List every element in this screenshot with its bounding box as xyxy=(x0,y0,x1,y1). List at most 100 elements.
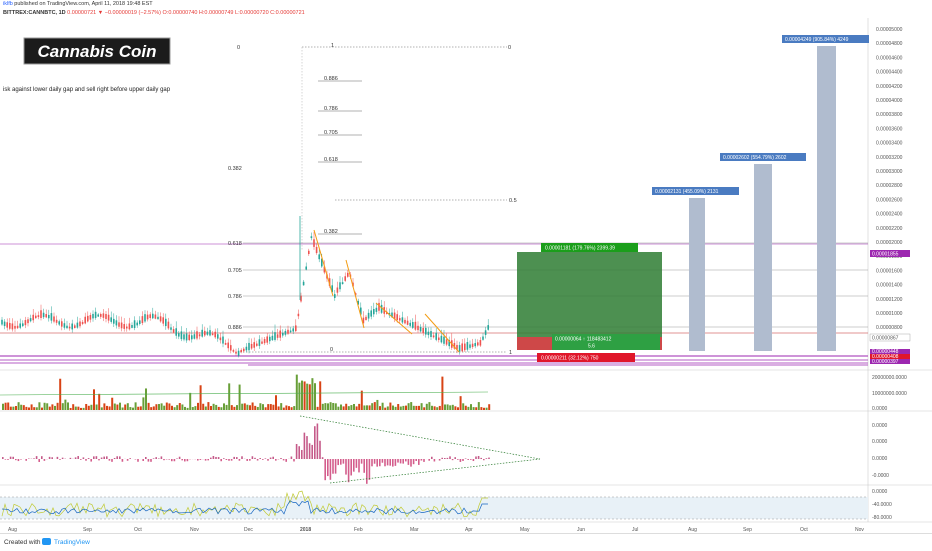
candle-body xyxy=(318,254,320,259)
volume-bar xyxy=(181,404,183,410)
candle-body xyxy=(487,325,489,330)
macd-bar xyxy=(176,458,178,459)
candle-body xyxy=(196,331,198,338)
volume-bar xyxy=(2,404,4,410)
candle-body xyxy=(240,350,242,352)
candle-body xyxy=(38,315,40,317)
fib-level-705: 0.705 xyxy=(324,130,338,136)
candle-body xyxy=(238,351,240,356)
volume-bar xyxy=(267,404,269,410)
macd-bar xyxy=(348,459,350,482)
volume-bar xyxy=(202,404,204,410)
candle-body xyxy=(235,352,237,354)
candle-body xyxy=(417,326,419,330)
volume-bar xyxy=(23,405,25,410)
macd-bar xyxy=(215,457,217,459)
tradingview-brand[interactable]: TradingView xyxy=(54,539,90,546)
price-axis-label: 0.00003600 xyxy=(876,126,903,132)
volume-bar xyxy=(41,408,43,410)
volume-bar xyxy=(311,378,313,410)
macd-bar xyxy=(88,458,90,459)
candle-body xyxy=(123,324,125,329)
candle-body xyxy=(191,335,193,339)
candle-body xyxy=(97,314,99,316)
macd-axis-3: -0.0000 xyxy=(872,473,889,479)
macd-bar xyxy=(171,459,173,461)
volume-bar xyxy=(67,402,69,410)
long-position[interactable]: 0.00001181 (179.76%) 2399.39 0.00000064 … xyxy=(517,243,662,362)
fib-half-label: 0.5 xyxy=(509,198,517,204)
macd-bar xyxy=(358,459,360,472)
fib-right-top-0: 0 xyxy=(508,45,511,51)
macd-bar xyxy=(356,459,358,468)
volume-bar xyxy=(85,404,87,410)
macd-bar xyxy=(465,458,467,459)
rsi-axis-2: -80.0000 xyxy=(872,515,892,521)
macd-pane[interactable] xyxy=(2,423,490,483)
fib-level-382: 0.382 xyxy=(324,229,338,235)
volume-bar xyxy=(288,406,290,410)
macd-bar xyxy=(309,443,311,459)
volume-bar xyxy=(80,408,82,410)
macd-bar xyxy=(119,456,121,459)
volume-bar xyxy=(366,405,368,410)
price-axis-label: 0.00002000 xyxy=(876,240,903,246)
candle-body xyxy=(209,330,211,335)
candle-body xyxy=(74,325,76,328)
volume-bar xyxy=(124,405,126,410)
macd-bar xyxy=(408,459,410,465)
volume-bar xyxy=(270,404,272,410)
candle-body xyxy=(251,344,253,349)
volume-bar xyxy=(184,407,186,410)
candle-body xyxy=(407,321,409,325)
trend-lines[interactable] xyxy=(314,230,459,352)
created-with-text: Created with xyxy=(4,539,41,546)
candle-body xyxy=(334,294,336,298)
candle-body xyxy=(256,344,258,346)
candle-body xyxy=(131,325,133,328)
author-link[interactable]: iklfb xyxy=(3,1,13,7)
macd-bar xyxy=(428,459,430,461)
macd-bar xyxy=(317,423,319,459)
candle-body xyxy=(337,288,339,293)
candle-body xyxy=(40,310,42,318)
macd-bar xyxy=(379,459,381,466)
candle-body xyxy=(66,326,68,328)
volume-bar xyxy=(441,377,443,410)
candle-body xyxy=(435,333,437,340)
macd-bar xyxy=(174,459,176,461)
candle-body xyxy=(425,328,427,335)
volume-bar xyxy=(272,405,274,410)
macd-bar xyxy=(415,459,417,461)
volume-bar xyxy=(142,397,144,410)
fib-level-886: 0.886 xyxy=(324,76,338,82)
candle-body xyxy=(469,344,471,347)
volume-bar xyxy=(408,403,410,410)
volume-bar xyxy=(444,404,446,410)
target-bars[interactable]: 0.00002131 (455.09%) 2131 0.00002602 (55… xyxy=(652,35,869,351)
macd-bar xyxy=(111,459,113,462)
candle-body xyxy=(188,335,190,341)
candle-body xyxy=(110,317,112,322)
volume-bar xyxy=(218,407,220,410)
macd-bar xyxy=(335,459,337,474)
candlesticks[interactable] xyxy=(1,216,489,357)
macd-bar xyxy=(322,457,324,459)
candle-body xyxy=(9,323,11,329)
volume-bar xyxy=(223,403,225,410)
tag-3: 0.00000397 xyxy=(872,359,899,365)
candle-body xyxy=(186,334,188,341)
candle-body xyxy=(433,335,435,337)
macd-bar xyxy=(319,441,321,459)
volume-bar xyxy=(140,406,142,410)
volume-bar xyxy=(361,391,363,410)
volume-bar xyxy=(83,408,85,410)
candle-body xyxy=(308,251,310,254)
volume-bar xyxy=(285,405,287,410)
macd-bar xyxy=(75,457,77,459)
volume-bar xyxy=(36,407,38,410)
macd-bar xyxy=(129,458,131,459)
candle-body xyxy=(339,282,341,289)
volume-bar xyxy=(7,403,9,410)
price-chart[interactable]: Cannabis Coin isk against lower daily ga… xyxy=(0,18,932,533)
